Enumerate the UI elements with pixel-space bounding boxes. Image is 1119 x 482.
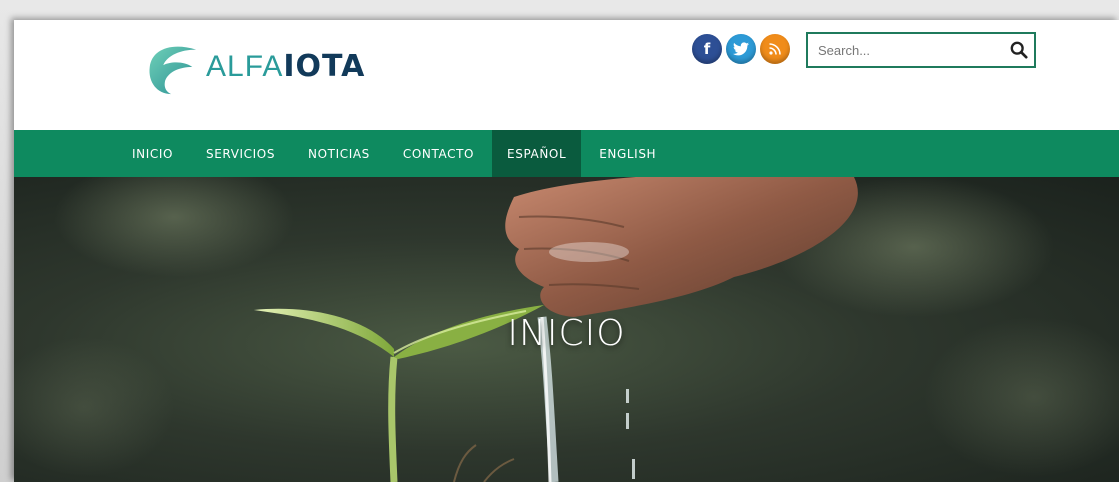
site-logo[interactable]: ALFAIOTA [142, 34, 382, 100]
main-nav: INICIO SERVICIOS NOTICIAS CONTACTO ESPAÑ… [14, 130, 1119, 177]
logo-text-light: ALFA [206, 50, 284, 83]
hero-banner: INICIO [14, 177, 1119, 482]
nav-item-english[interactable]: ENGLISH [584, 130, 671, 177]
nav-item-servicios[interactable]: SERVICIOS [191, 130, 290, 177]
search-box [806, 32, 1036, 68]
rss-icon[interactable] [760, 34, 790, 64]
facebook-icon[interactable]: f [692, 34, 722, 64]
nav-item-contacto[interactable]: CONTACTO [388, 130, 489, 177]
nav-item-inicio[interactable]: INICIO [117, 130, 188, 177]
logo-text-bold: IOTA [283, 49, 366, 84]
hero-title: INICIO [507, 313, 626, 354]
nav-item-espanol[interactable]: ESPAÑOL [492, 130, 582, 177]
nav-item-noticias[interactable]: NOTICIAS [293, 130, 385, 177]
search-input[interactable] [808, 34, 1004, 66]
site-header: ALFAIOTA f [14, 20, 1119, 130]
twitter-icon[interactable] [726, 34, 756, 64]
logo-mark-icon [149, 46, 197, 95]
social-links: f [692, 34, 790, 64]
web-page: ALFAIOTA f INICIO SERVICIOS NOTICIAS CON… [14, 20, 1119, 482]
search-icon[interactable] [1004, 34, 1034, 66]
